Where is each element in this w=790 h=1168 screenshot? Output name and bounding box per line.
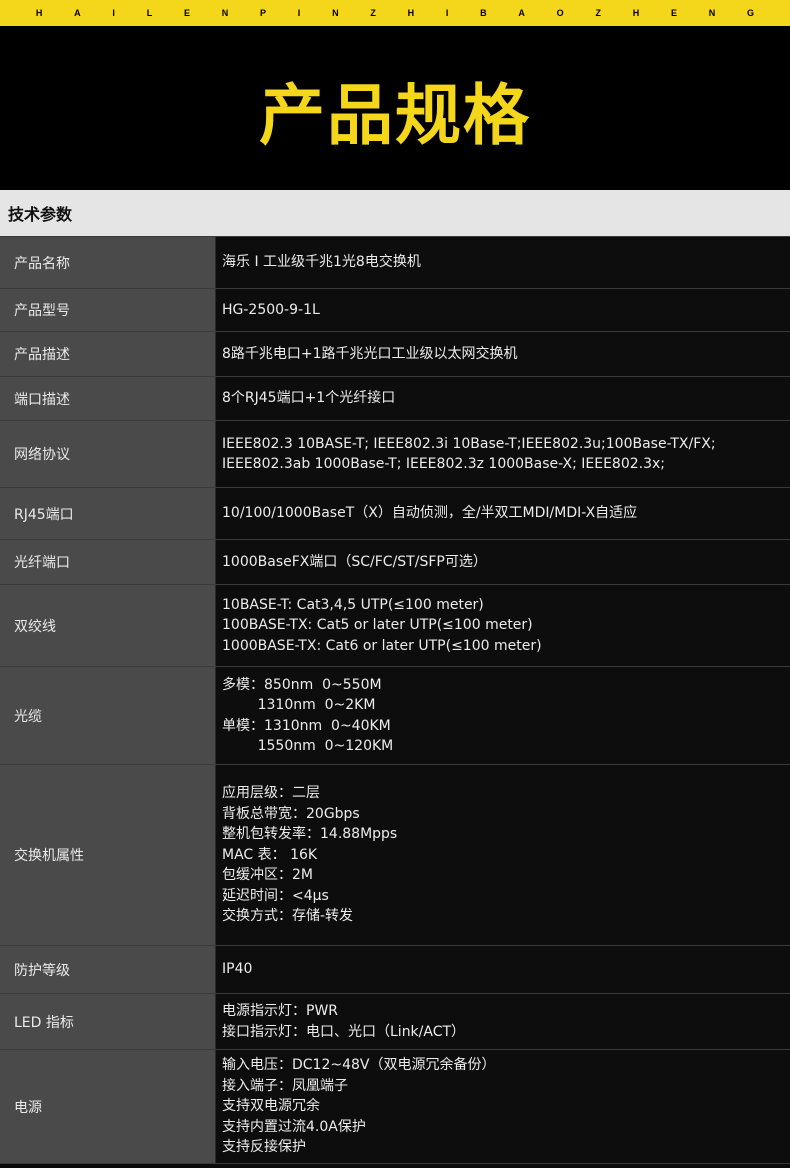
spec-row: 光纤端口 1000BaseFX端口（SC/FC/ST/SFP可选）: [0, 540, 790, 585]
spec-value-line: IEEE802.3ab 1000Base-T; IEEE802.3z 1000B…: [222, 456, 665, 472]
top-letter: Z: [370, 8, 376, 18]
spec-value: HG-2500-9-1L: [216, 289, 790, 331]
spec-label: LED 指标: [0, 994, 216, 1049]
spec-row: 防护等级 IP40: [0, 946, 790, 994]
spec-value: 10/100/1000BaseT（X）自动侦测，全/半双工MDI/MDI-X自适…: [216, 488, 790, 539]
spec-value: 多模：850nm 0~550M 1310nm 0~2KM 单模：1310nm 0~…: [216, 667, 790, 764]
spec-row: 产品名称 海乐 I 工业级千兆1光8电交换机: [0, 237, 790, 289]
spec-label: 交换机属性: [0, 765, 216, 945]
spec-value-line: 1550nm 0~120KM: [222, 738, 394, 754]
top-letter: I: [297, 8, 301, 18]
spec-label: 产品描述: [0, 332, 216, 376]
top-letter: A: [74, 8, 81, 18]
spec-label: 电源: [0, 1050, 216, 1163]
top-letter: N: [221, 8, 229, 18]
spec-label: 端口描述: [0, 377, 216, 420]
spec-value: IP40: [216, 946, 790, 993]
spec-value-line: 海乐 I 工业级千兆1光8电交换机: [222, 254, 421, 271]
spec-value: 1000BaseFX端口（SC/FC/ST/SFP可选）: [216, 540, 790, 584]
top-letter: B: [480, 8, 487, 18]
spec-value-line: IEEE802.3 10BASE-T; IEEE802.3i 10Base-T;…: [222, 435, 716, 452]
spec-value-line: IP40: [222, 961, 253, 978]
spec-row: 交换机属性 应用层级：二层背板总带宽：20Gbps 整机包转发率：14.88Mpps…: [0, 765, 790, 946]
spec-value-line: 支持内置过流4.0A保护: [222, 1118, 366, 1135]
spec-value: 电源指示灯：PWR 接口指示灯：电口、光口（Link/ACT）: [216, 994, 790, 1049]
spec-value-line: 100BASE-TX: Cat5 or later UTP(≤100 meter…: [222, 617, 533, 634]
spec-label: 双绞线: [0, 585, 216, 666]
top-letter-bar: HAILENPINZHIBAOZHENG: [0, 0, 790, 26]
spec-row: LED 指标 电源指示灯：PWR 接口指示灯：电口、光口（Link/ACT）: [0, 994, 790, 1050]
top-letter: Z: [595, 8, 601, 18]
spec-label: RJ45端口: [0, 488, 216, 539]
spec-table: 产品名称 海乐 I 工业级千兆1光8电交换机 产品型号 HG-2500-9-1L 产品描…: [0, 236, 790, 1164]
top-letter: N: [332, 8, 339, 18]
spec-value-line: 电源指示灯：PWR: [222, 1003, 339, 1019]
spec-value-line: HG-2500-9-1L: [222, 301, 320, 318]
spec-row: 光缆 多模：850nm 0~550M 1310nm 0~2KM 单模：1310nm …: [0, 667, 790, 765]
spec-value-line: 1000BASE-TX: Cat6 or later UTP(≤100 mete…: [222, 637, 542, 654]
spec-row: 双绞线 10BASE-T: Cat3,4,5 UTP(≤100 meter) 100…: [0, 585, 790, 667]
spec-label: 网络协议: [0, 421, 216, 487]
spec-value-line: 应用层级：二层: [222, 785, 320, 802]
banner-title: 产品规格: [259, 77, 531, 154]
spec-label: 防护等级: [0, 946, 216, 993]
spec-label: 光纤端口: [0, 540, 216, 584]
top-letter: A: [518, 8, 525, 18]
spec-row: 电源 输入电压：DC12~48V（双电源冗余备份） 接入端子：凤凰端子 支持双电源冗余…: [0, 1050, 790, 1164]
spec-value: 输入电压：DC12~48V（双电源冗余备份） 接入端子：凤凰端子 支持双电源冗余 支持…: [216, 1050, 790, 1163]
spec-value-line: 10/100/1000BaseT（X）自动侦测，全/半双工MDI/MDI-X自适…: [222, 505, 638, 522]
spec-value-line: 单模：1310nm 0~40KM: [222, 717, 391, 734]
spec-value-line: 接入端子：凤凰端子: [222, 1077, 348, 1094]
top-letter: O: [556, 8, 564, 18]
top-letter: H: [632, 8, 640, 18]
spec-value: 8路千兆电口+1路千兆光口工业级以太网交换机: [216, 332, 790, 376]
spec-value-line: 包缓冲区：2M: [222, 867, 313, 884]
spec-value-line: 1310nm 0~2KM: [222, 697, 376, 713]
spec-value-line: 10BASE-T: Cat3,4,5 UTP(≤100 meter): [222, 596, 484, 613]
spec-value: 海乐 I 工业级千兆1光8电交换机: [216, 237, 790, 288]
spec-value-line: 8个RJ45端口+1个光纤接口: [222, 390, 396, 407]
top-letter: E: [670, 8, 677, 18]
spec-row: RJ45端口 10/100/1000BaseT（X）自动侦测，全/半双工MDI/M…: [0, 488, 790, 540]
top-letter: P: [260, 8, 267, 18]
spec-value: IEEE802.3 10BASE-T; IEEE802.3i 10Base-T;…: [216, 421, 790, 487]
spec-row: 端口描述 8个RJ45端口+1个光纤接口: [0, 377, 790, 421]
spec-value-line: 交换方式：存储-转发: [222, 908, 354, 925]
spec-label: 产品型号: [0, 289, 216, 331]
spec-row: 网络协议 IEEE802.3 10BASE-T; IEEE802.3i 10Bas…: [0, 421, 790, 488]
spec-value: 10BASE-T: Cat3,4,5 UTP(≤100 meter) 100BAS…: [216, 585, 790, 666]
spec-label: 光缆: [0, 667, 216, 764]
spec-value-line: 整机包转发率：14.88Mpps: [222, 826, 398, 843]
spec-value-line: 多模：850nm 0~550M: [222, 676, 382, 693]
spec-value-line: 输入电压：DC12~48V（双电源冗余备份）: [222, 1057, 496, 1074]
top-letter: H: [407, 8, 415, 18]
banner: 产品规格: [0, 26, 790, 190]
top-letter: G: [747, 8, 755, 18]
spec-value: 8个RJ45端口+1个光纤接口: [216, 377, 790, 420]
spec-row: 产品型号 HG-2500-9-1L: [0, 289, 790, 332]
spec-label: 产品名称: [0, 237, 216, 288]
spec-value-line: 延迟时间：<4μs: [222, 887, 329, 904]
top-letter: E: [183, 8, 190, 18]
spec-value-line: 背板总带宽：20Gbps: [222, 805, 360, 822]
spec-value-line: 8路千兆电口+1路千兆光口工业级以太网交换机: [222, 345, 518, 362]
top-letter: I: [445, 8, 449, 18]
top-letter: I: [112, 8, 115, 18]
top-letter: L: [146, 8, 153, 18]
spec-value-line: 接口指示灯：电口、光口（Link/ACT）: [222, 1023, 466, 1040]
spec-value-line: 1000BaseFX端口（SC/FC/ST/SFP可选）: [222, 553, 487, 570]
spec-value-line: 支持反接保护: [222, 1139, 306, 1156]
spec-value-line: 支持双电源冗余: [222, 1098, 320, 1115]
spec-value: 应用层级：二层背板总带宽：20Gbps 整机包转发率：14.88Mpps MAC 表…: [216, 765, 790, 945]
top-letter: N: [708, 8, 716, 18]
top-letter: H: [35, 8, 43, 18]
section-header: 技术参数: [0, 190, 790, 236]
spec-row: 产品描述 8路千兆电口+1路千兆光口工业级以太网交换机: [0, 332, 790, 377]
spec-value-line: MAC 表： 16K: [222, 846, 318, 863]
